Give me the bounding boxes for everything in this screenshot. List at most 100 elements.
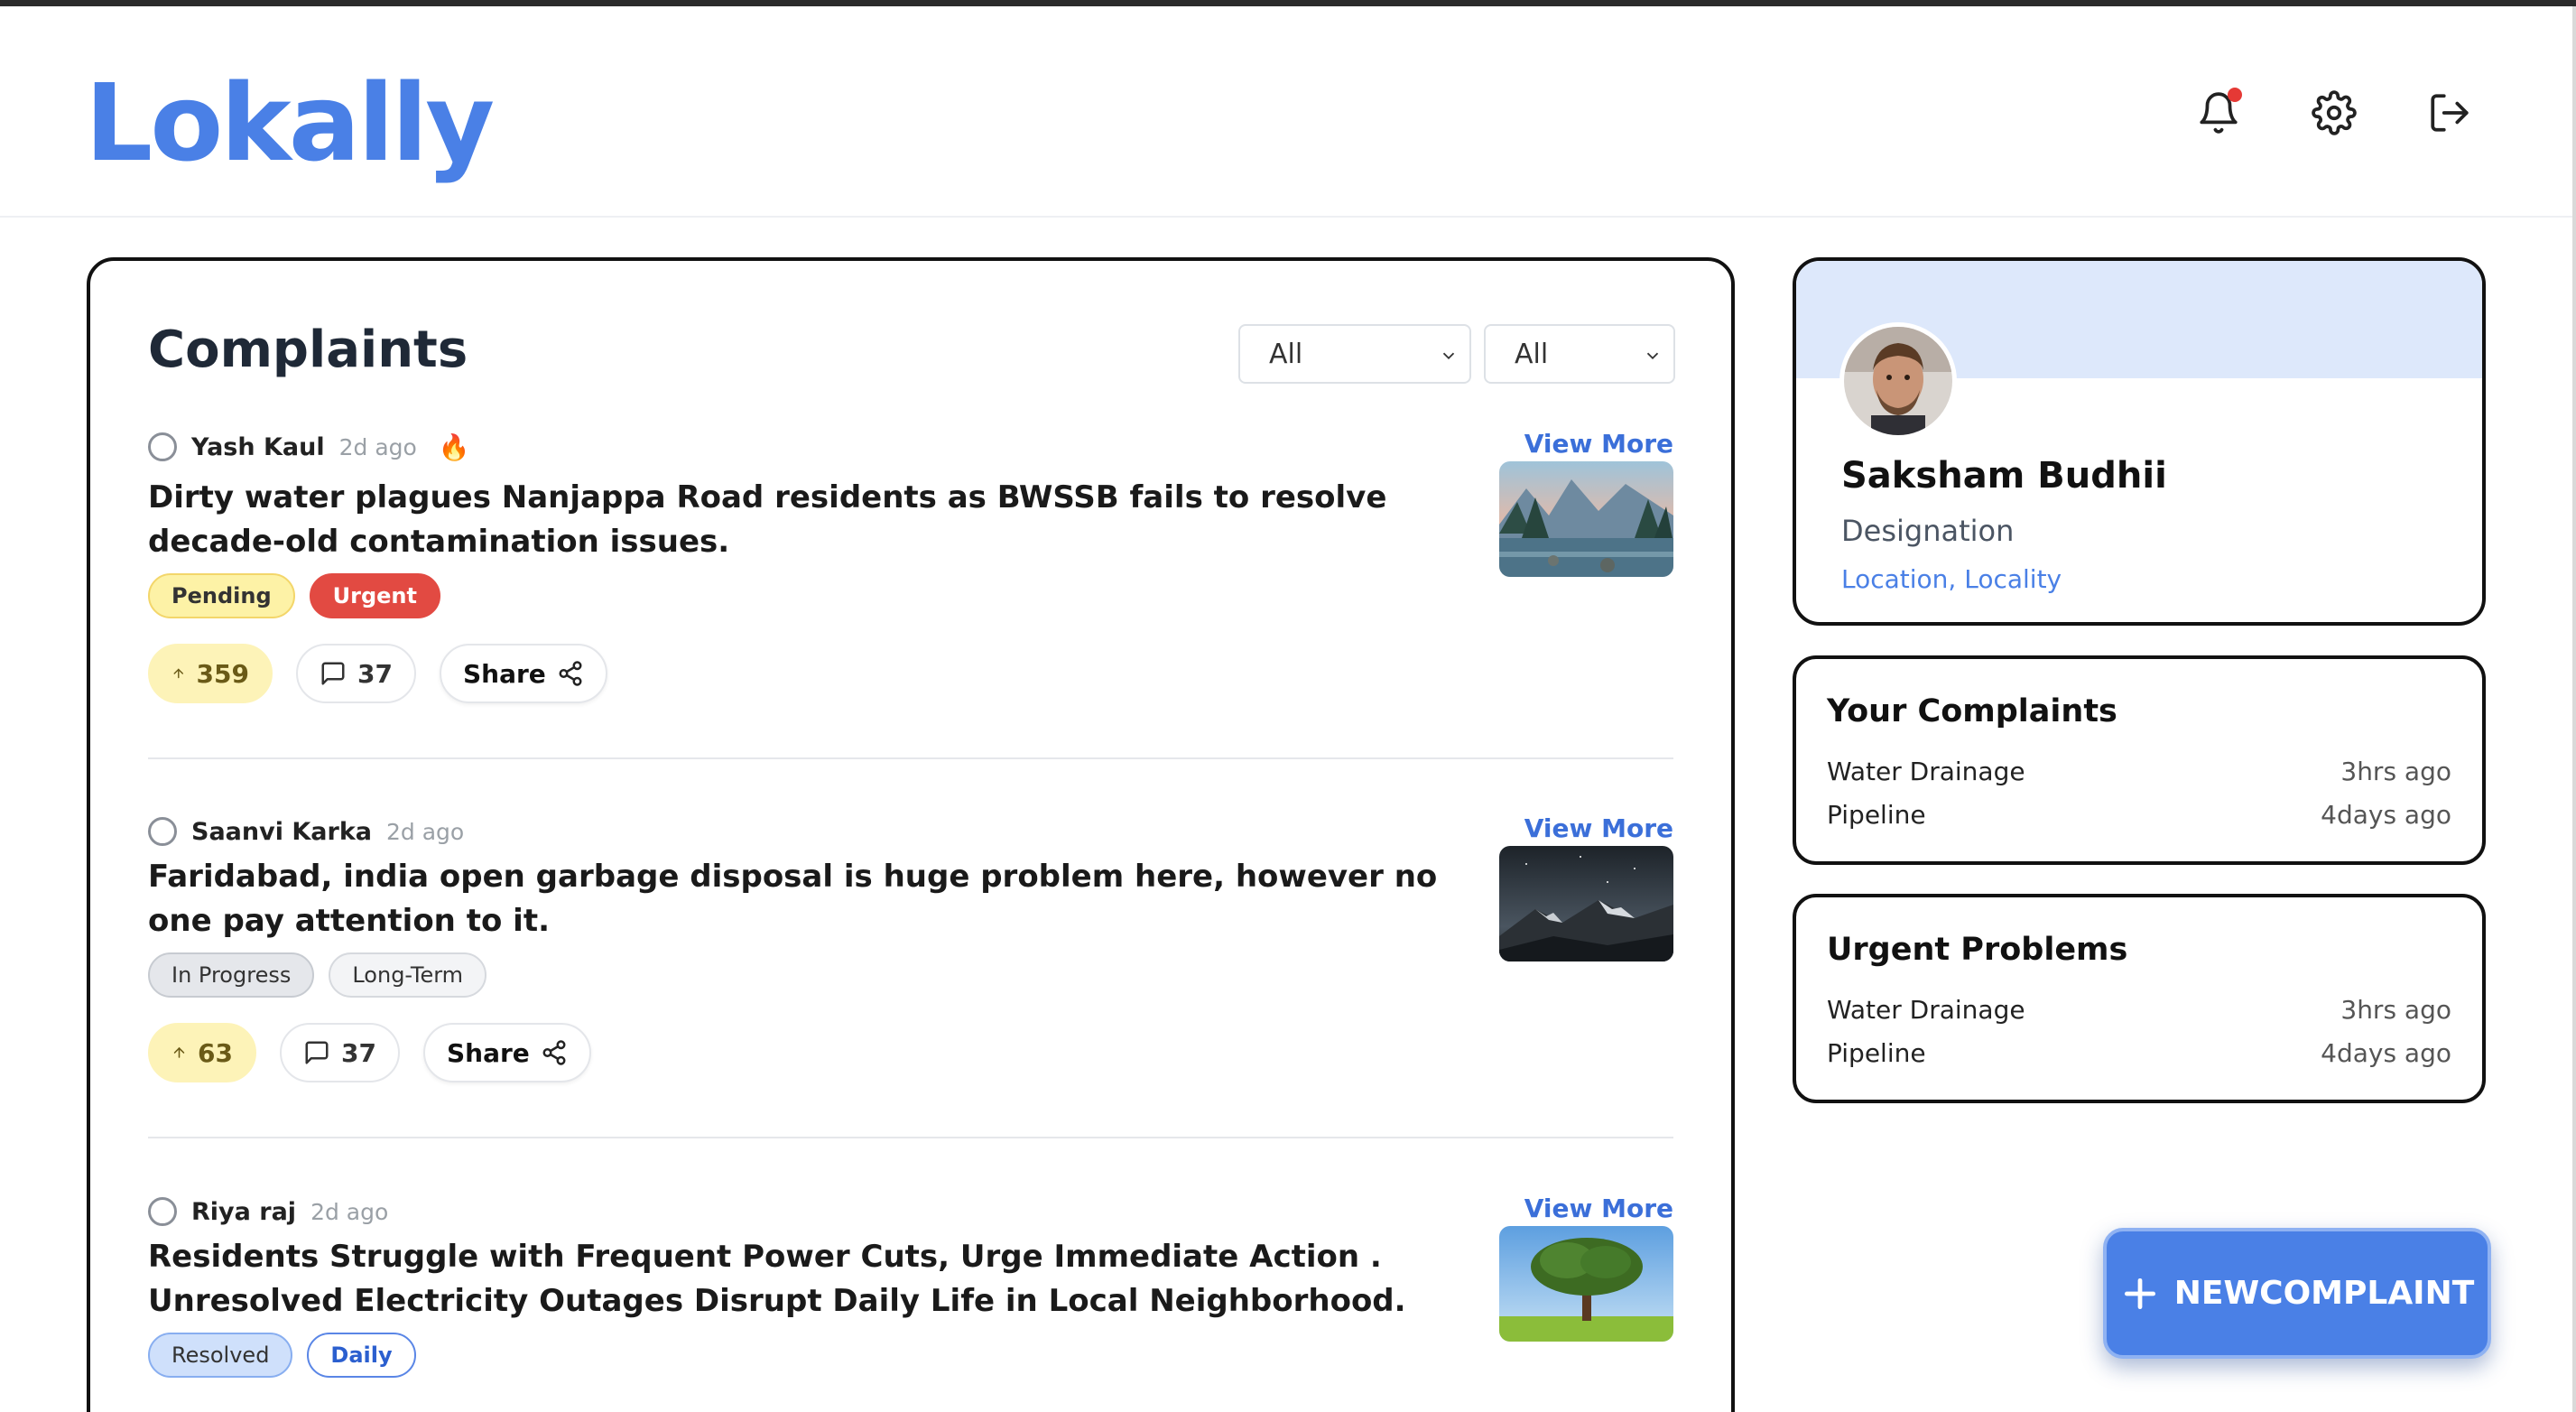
status-tags: Resolved Daily — [148, 1333, 416, 1378]
list-item[interactable]: Pipeline 4days ago — [1827, 800, 2451, 830]
status-tags: Pending Urgent — [148, 573, 440, 618]
share-button[interactable]: Share — [439, 644, 607, 703]
your-complaints-card: Your Complaints Water Drainage 3hrs ago … — [1793, 655, 2486, 865]
view-more-link[interactable]: View More — [1524, 429, 1673, 459]
frequency-badge: Daily — [307, 1333, 416, 1378]
post-meta: Yash Kaul 2d ago 🔥 — [148, 429, 470, 465]
urgent-problems-card: Urgent Problems Water Drainage 3hrs ago … — [1793, 894, 2486, 1103]
priority-badge: Urgent — [309, 573, 440, 618]
settings-button[interactable] — [2309, 88, 2359, 138]
list-item-time: 4days ago — [2321, 1038, 2451, 1068]
post-title[interactable]: Residents Struggle with Frequent Power C… — [148, 1235, 1457, 1324]
list-item-label: Water Drainage — [1827, 757, 2025, 786]
select-radio[interactable] — [148, 817, 177, 846]
list-item[interactable]: Pipeline 4days ago — [1827, 1038, 2451, 1068]
avatar[interactable] — [1839, 322, 1957, 440]
view-more-link[interactable]: View More — [1524, 813, 1673, 843]
app-header: Lokally — [0, 6, 2572, 218]
status-badge: Resolved — [148, 1333, 293, 1378]
profile-card: Saksham Budhii Designation Location, Loc… — [1793, 257, 2486, 626]
complaint-post: Saanvi Karka 2d ago View More Faridabad,… — [148, 813, 1673, 1082]
comment-count: 37 — [357, 658, 393, 689]
list-item[interactable]: Water Drainage 3hrs ago — [1827, 995, 2451, 1025]
complaint-post: Yash Kaul 2d ago 🔥 View More Dirty water… — [148, 429, 1673, 703]
arrow-up-icon — [173, 1046, 185, 1058]
logout-icon — [2431, 94, 2469, 132]
profile-designation: Designation — [1841, 514, 2015, 548]
post-title[interactable]: Faridabad, india open garbage disposal i… — [148, 855, 1457, 943]
app-logo[interactable]: Lokally — [85, 60, 495, 185]
post-title[interactable]: Dirty water plagues Nanjappa Road reside… — [148, 476, 1457, 564]
post-meta: Riya raj 2d ago — [148, 1194, 388, 1230]
category-filter-select[interactable]: All — [1484, 324, 1675, 384]
page-title: Complaints — [148, 320, 468, 379]
status-filter-select[interactable]: All — [1238, 324, 1471, 384]
list-item-time: 3hrs ago — [2340, 757, 2451, 786]
comment-icon — [321, 662, 345, 685]
category-filter-value: All — [1515, 338, 1549, 370]
post-divider — [148, 1137, 1673, 1138]
profile-location-link[interactable]: Location, Locality — [1841, 564, 2062, 594]
notification-dot — [2228, 88, 2242, 102]
view-more-link[interactable]: View More — [1524, 1194, 1673, 1223]
scrollbar-track[interactable] — [2572, 6, 2576, 1412]
notifications-button[interactable] — [2193, 88, 2244, 138]
profile-name: Saksham Budhii — [1841, 455, 2167, 497]
list-item[interactable]: Water Drainage 3hrs ago — [1827, 757, 2451, 786]
list-item-label: Pipeline — [1827, 800, 1926, 830]
author-name: Riya raj — [191, 1197, 297, 1226]
list-item-time: 4days ago — [2321, 800, 2451, 830]
comment-count: 37 — [341, 1037, 376, 1068]
mountain-lake-image — [1499, 461, 1673, 577]
list-item-label: Water Drainage — [1827, 995, 2025, 1025]
fire-icon: 🔥 — [438, 432, 470, 462]
post-actions: 63 37 Share — [148, 1023, 591, 1082]
complaints-panel: Complaints All All Yash Kaul 2d ago 🔥 Vi… — [87, 257, 1735, 1412]
tree-field-image — [1499, 1226, 1673, 1342]
status-badge: Pending — [148, 573, 295, 618]
post-divider — [148, 757, 1673, 759]
post-time: 2d ago — [310, 1198, 389, 1225]
share-label: Share — [462, 658, 546, 689]
duration-badge: Long-Term — [329, 952, 487, 998]
post-thumbnail[interactable] — [1499, 1226, 1673, 1342]
select-radio[interactable] — [148, 432, 177, 461]
post-time: 2d ago — [338, 433, 417, 460]
urgent-problems-title: Urgent Problems — [1827, 932, 2128, 968]
select-radio[interactable] — [148, 1197, 177, 1226]
comments-button[interactable]: 37 — [280, 1023, 400, 1082]
status-filter-value: All — [1269, 338, 1303, 370]
share-label: Share — [446, 1037, 530, 1068]
upvote-button[interactable]: 63 — [148, 1023, 256, 1082]
complaint-post: Riya raj 2d ago View More Residents Stru… — [148, 1194, 1673, 1412]
post-actions: 359 37 Share — [148, 644, 607, 703]
list-item-label: Pipeline — [1827, 1038, 1926, 1068]
new-complaint-button[interactable]: NEWCOMPLAINT — [2103, 1228, 2491, 1359]
share-icon — [542, 1040, 566, 1065]
chevron-down-icon — [1646, 352, 1659, 360]
night-mountains-image — [1499, 846, 1673, 961]
upvote-count: 63 — [198, 1037, 233, 1068]
gear-icon — [2312, 90, 2357, 135]
your-complaints-title: Your Complaints — [1827, 693, 2117, 729]
chevron-down-icon — [1442, 352, 1455, 360]
share-button[interactable]: Share — [422, 1023, 591, 1082]
upvote-count: 359 — [196, 658, 249, 689]
author-name: Yash Kaul — [191, 432, 325, 461]
post-thumbnail[interactable] — [1499, 461, 1673, 577]
post-time: 2d ago — [386, 818, 465, 845]
plus-icon — [2124, 1277, 2155, 1309]
list-item-time: 3hrs ago — [2340, 995, 2451, 1025]
share-icon — [559, 661, 582, 686]
comment-icon — [305, 1041, 329, 1064]
status-tags: In Progress Long-Term — [148, 952, 487, 998]
window-top-border — [0, 0, 2576, 6]
new-complaint-label: NEWCOMPLAINT — [2173, 1275, 2475, 1312]
comments-button[interactable]: 37 — [296, 644, 416, 703]
logout-button[interactable] — [2424, 88, 2475, 138]
status-badge: In Progress — [148, 952, 315, 998]
author-name: Saanvi Karka — [191, 817, 372, 846]
avatar-photo — [1844, 327, 1952, 435]
post-thumbnail[interactable] — [1499, 846, 1673, 961]
upvote-button[interactable]: 359 — [148, 644, 273, 703]
